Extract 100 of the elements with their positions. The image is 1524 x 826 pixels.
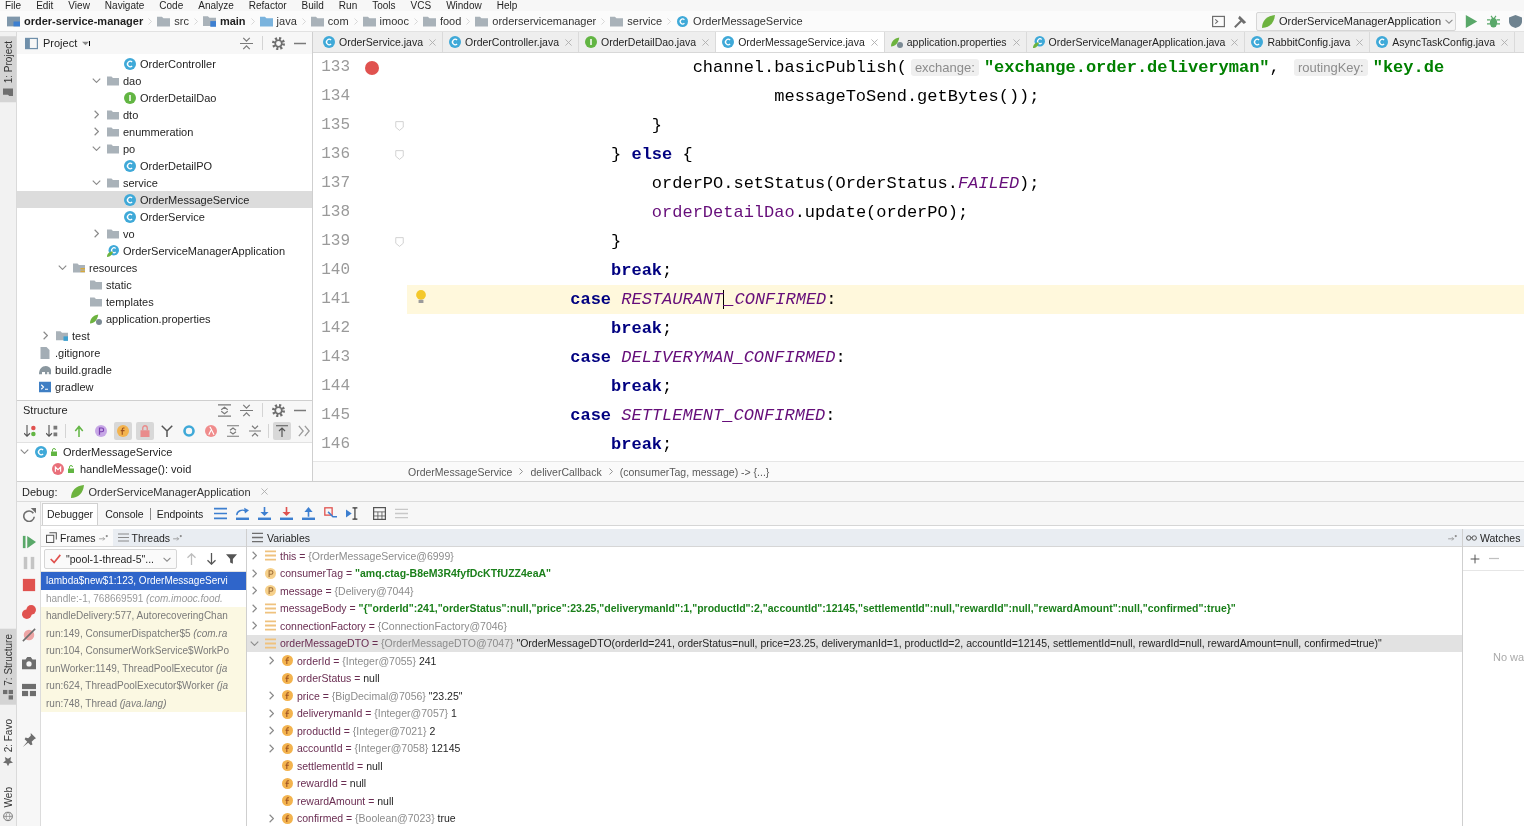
tree-item[interactable]: po [17,140,312,157]
tree-item[interactable]: gradlew [17,378,312,395]
minimize-icon[interactable] [294,41,306,45]
editor-tab[interactable]: application.properties [884,32,1027,52]
menu-item[interactable]: File [5,0,22,11]
close-icon[interactable] [702,38,710,46]
menu-item[interactable]: VCS [410,0,432,11]
debug-tab[interactable]: Debugger [42,502,99,525]
tree-item[interactable]: OrderDetailDao [17,89,312,106]
close-icon[interactable] [1231,38,1239,46]
toolbar-toggle[interactable] [136,421,154,440]
menu-item[interactable]: Window [446,0,482,11]
step-out-icon[interactable] [302,507,316,520]
variable-item[interactable]: messageBody = "{"orderId":241,"orderStatus":null,"price":23.25,"deliverymanId":1,"productId":2,"accountId":12145,"settlementId":null,"rewardId":null,"rewardAmount":null,"confirmed":true}" [247,599,1462,617]
chevron-right-icon[interactable] [251,551,257,561]
breadcrumb-item[interactable]: java [259,12,297,30]
variable-item[interactable]: accountId = {Integer@7058} 12145 [247,739,1462,757]
step-into-icon[interactable] [258,507,272,520]
calculator-icon[interactable] [373,507,387,520]
variable-item[interactable]: orderMessageDTO = {OrderMessageDTO@7047} "OrderMessageDTO(orderId=241, orderStatus=null, price=23.25, deliverymanId=1, productId=2, accountId=12145, settlementId=null, rewardId=null, rewardAmount=null, confirmed=true)" [247,634,1462,652]
force-step-into-icon[interactable] [280,507,294,520]
chevron-down-icon[interactable] [249,640,259,646]
menu-item[interactable]: Tools [372,0,396,11]
minimize-icon[interactable] [294,408,306,412]
tree-item[interactable]: enummeration [17,123,312,140]
expand-all-icon[interactable] [218,403,231,417]
collapse-all-icon[interactable] [240,36,253,50]
run-to-cursor-icon[interactable] [346,507,360,520]
arrow-icon[interactable] [173,534,183,541]
tool-window-button[interactable]: 2: Favo [0,714,16,772]
close-icon[interactable] [565,38,572,46]
editor-tab[interactable]: OrderMessageService.java [716,32,885,52]
chevron-right-icon[interactable] [42,331,48,340]
close-icon[interactable] [1356,38,1364,46]
menu-item[interactable]: Edit [36,0,54,11]
breakpoints-icon[interactable] [21,605,36,619]
filter-icon[interactable] [226,553,237,565]
chevron-right-icon[interactable] [268,708,274,718]
tree-item[interactable]: resources [17,259,312,276]
frame-item[interactable]: lambda$new$1:123, OrderMessageServi [41,572,246,590]
arrow-up-icon[interactable] [186,553,197,565]
chevron-down-icon[interactable] [57,265,67,270]
editor-tab[interactable]: OrderServiceManagerApplication.java [1026,32,1246,52]
plus-icon[interactable] [1470,553,1480,564]
chevron-right-icon[interactable] [93,229,99,238]
variable-item[interactable]: rewardAmount = null [247,792,1462,810]
variable-item[interactable]: price = {BigDecimal@7056} "23.25" [247,687,1462,705]
frame-item[interactable]: run:104, ConsumerWorkService$WorkPo [41,642,246,660]
tree-item[interactable]: dto [17,106,312,123]
chevron-right-icon[interactable] [268,743,274,753]
console-icon[interactable] [1212,14,1225,28]
rerun-icon[interactable] [21,508,36,522]
panel-tab[interactable]: Threads [112,529,188,546]
breakpoint-icon[interactable] [365,60,379,75]
settings-icon[interactable] [272,36,285,50]
debug-tab[interactable]: Endpoints [152,502,208,525]
step-over-icon[interactable] [236,507,250,520]
variable-item[interactable]: connectionFactory = {ConnectionFactory@7046} [247,617,1462,635]
lightbulb-icon[interactable] [416,290,426,303]
breadcrumb-item[interactable]: service [610,12,663,30]
shield-icon[interactable] [1509,14,1522,28]
close-icon[interactable] [1012,38,1020,46]
menu-item[interactable]: Run [338,0,358,11]
variable-item[interactable]: consumerTag = "amq.ctag-B8eM3R4fyfDcKTfUZZ4eaA" [247,564,1462,582]
chevron-right-icon[interactable] [268,656,274,666]
tree-item[interactable]: handleMessage(): void [17,460,312,478]
arrow-icon[interactable] [1448,534,1457,541]
breadcrumb-item[interactable]: food [422,12,462,30]
layout-icon[interactable] [21,683,36,697]
breadcrumb-item[interactable]: (consumerTag, message) -> {...} [619,465,770,478]
breadcrumb-item[interactable]: deliverCallback [530,465,602,478]
variable-item[interactable]: deliverymanId = {Integer@7057} 1 [247,704,1462,722]
chevron-right-icon[interactable] [251,568,257,578]
breadcrumb-item[interactable]: orderservicemanager [475,12,597,30]
close-icon[interactable] [260,488,268,495]
variable-item[interactable]: orderId = {Integer@7055} 241 [247,652,1462,670]
frame-item[interactable]: handleDelivery:577, AutorecoveringChan [41,607,246,625]
tree-item[interactable]: test [17,327,312,344]
run-configuration-dropdown[interactable]: OrderServiceManagerApplication [1256,11,1456,31]
breadcrumb-item[interactable]: OrderMessageService [676,12,803,30]
breadcrumb-item[interactable]: imooc [362,12,409,30]
chevron-right-icon[interactable] [251,603,257,613]
tool-window-button[interactable]: 7: Structure [0,628,16,705]
close-icon[interactable] [870,38,878,46]
menu-icon[interactable] [214,507,228,520]
chevron-right-icon[interactable] [268,726,274,736]
close-icon[interactable] [1501,38,1509,46]
menu-item[interactable]: Build [301,0,324,11]
minus-icon[interactable] [1489,557,1499,560]
arrow-icon[interactable] [98,534,108,541]
chevron-down-icon[interactable] [91,78,101,83]
breadcrumb-item[interactable]: src [157,12,189,30]
chevron-right-icon[interactable] [93,110,99,119]
view-selector-dropdown[interactable]: Project [25,36,91,50]
chevron-right-icon[interactable] [251,621,257,631]
tree-item[interactable]: build.gradle [17,361,312,378]
tree-item[interactable]: dao [17,72,312,89]
close-icon[interactable] [429,38,437,46]
chevron-down-icon[interactable] [91,146,101,151]
tree-item[interactable]: .gitignore [17,344,312,361]
